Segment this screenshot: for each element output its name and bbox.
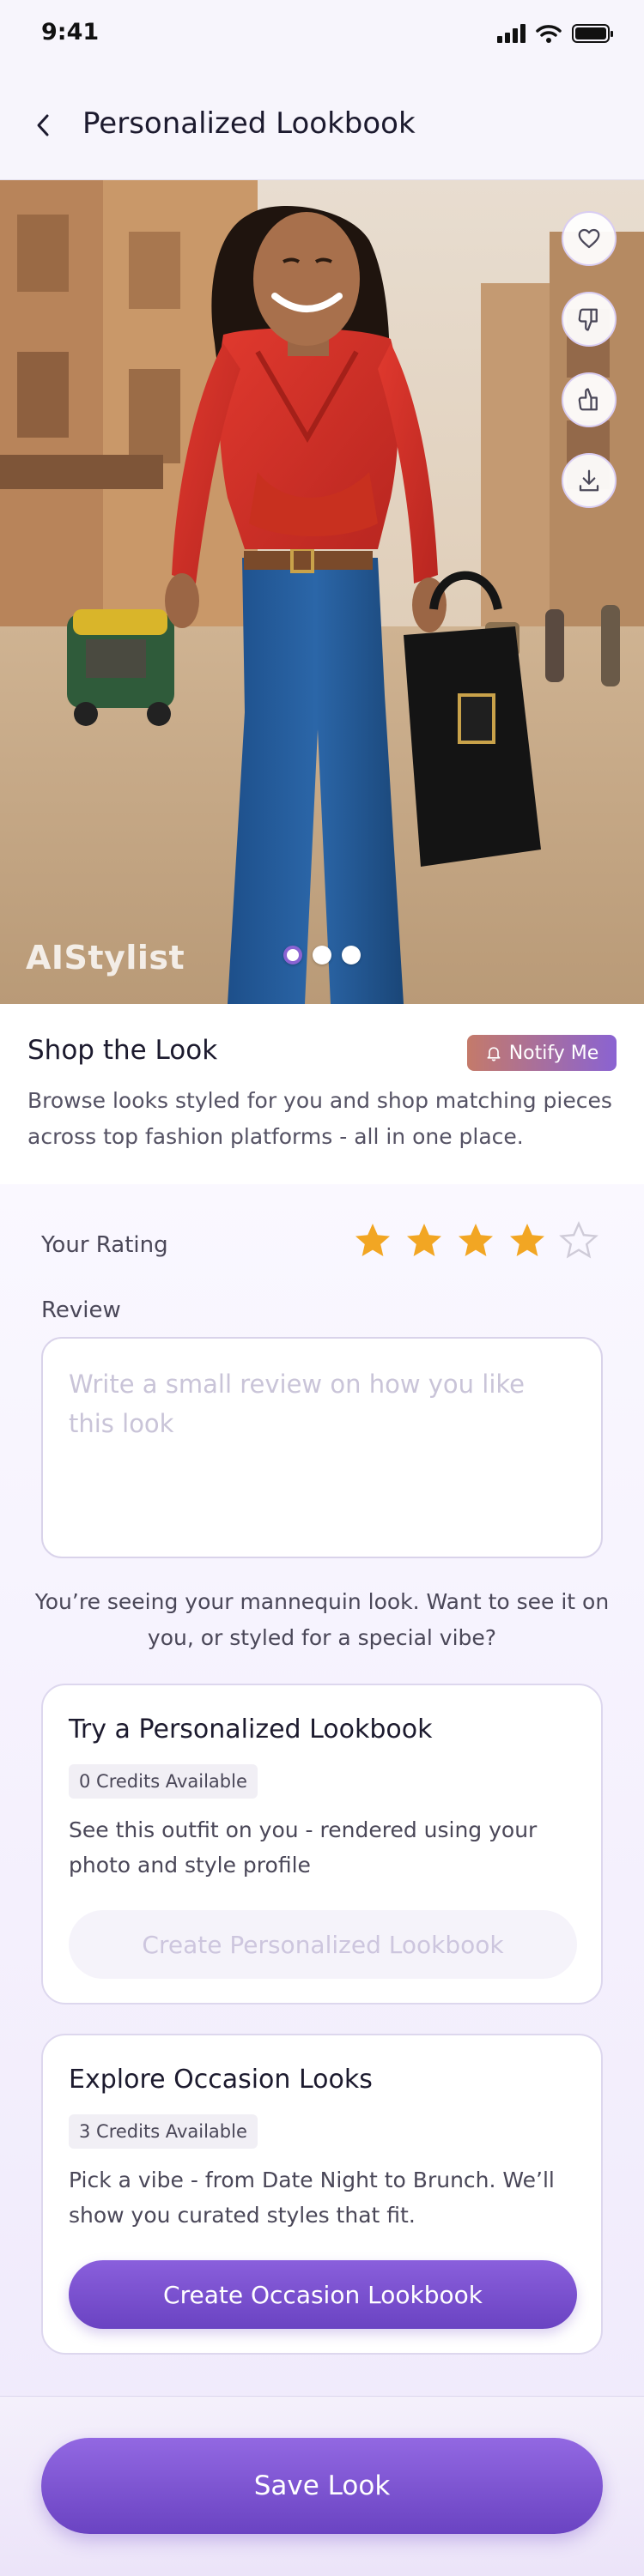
section-title: Shop the Look [27, 1035, 218, 1066]
star-rating[interactable] [352, 1220, 599, 1261]
like-button[interactable] [562, 372, 617, 427]
card-title: Try a Personalized Lookbook [69, 1714, 433, 1745]
heart-icon [578, 228, 600, 249]
star-icon-filled[interactable] [455, 1220, 496, 1261]
bottom-action-bar: Save Look [0, 2396, 644, 2576]
cellular-signal-icon [497, 24, 526, 43]
occasion-looks-card: Explore Occasion Looks 3 Credits Availab… [41, 2034, 603, 2355]
watermark-logo: AIStylist [26, 939, 185, 977]
credits-badge: 3 Credits Available [69, 2114, 258, 2149]
lookbook-image [0, 180, 644, 1004]
personalized-lookbook-card: Try a Personalized Lookbook 0 Credits Av… [41, 1684, 603, 2005]
save-look-button[interactable]: Save Look [41, 2438, 603, 2534]
card-description: Pick a vibe - from Date Night to Brunch.… [69, 2168, 555, 2228]
star-icon-empty[interactable] [558, 1220, 599, 1261]
status-time: 9:41 [41, 19, 100, 45]
status-bar: 9:41 [0, 0, 644, 72]
dislike-button[interactable] [562, 292, 617, 347]
bell-icon [487, 1047, 501, 1061]
wifi-icon [536, 25, 562, 43]
shop-the-look-section: Shop the Look Notify Me Browse looks sty… [0, 1004, 644, 1184]
rating-label: Your Rating [41, 1232, 168, 1258]
create-occasion-lookbook-button[interactable]: Create Occasion Lookbook [69, 2260, 577, 2329]
star-icon-filled[interactable] [352, 1220, 393, 1261]
download-button[interactable] [562, 453, 617, 508]
download-icon [579, 469, 599, 492]
mannequin-prompt-text: You’re seeing your mannequin look. Want … [34, 1589, 610, 1650]
credits-badge: 0 Credits Available [69, 1764, 258, 1799]
create-personalized-lookbook-button[interactable]: Create Personalized Lookbook [69, 1910, 577, 1979]
star-icon-filled[interactable] [404, 1220, 445, 1261]
chevron-left-icon [37, 114, 49, 136]
section-description: Browse looks styled for you and shop mat… [27, 1088, 612, 1149]
favorite-button[interactable] [562, 211, 617, 266]
card-description: See this outfit on you - rendered using … [69, 1817, 538, 1878]
thumbs-up-icon [578, 388, 598, 411]
page-title: Personalized Lookbook [82, 106, 416, 141]
review-input[interactable] [41, 1337, 603, 1558]
notify-me-label: Notify Me [508, 1042, 599, 1064]
battery-icon [572, 24, 613, 43]
carousel-dot[interactable] [313, 946, 331, 964]
lookbook-carousel[interactable]: AIStylist [0, 180, 644, 1004]
thumbs-down-icon [578, 308, 598, 331]
app-header: Personalized Lookbook [0, 72, 644, 180]
back-button[interactable] [26, 108, 60, 142]
star-icon-filled[interactable] [507, 1220, 548, 1261]
card-title: Explore Occasion Looks [69, 2065, 373, 2095]
carousel-dot-active[interactable] [283, 946, 302, 964]
status-icons [497, 24, 613, 43]
image-action-bar [562, 211, 617, 508]
carousel-dot[interactable] [342, 946, 361, 964]
notify-me-button[interactable]: Notify Me [467, 1035, 617, 1071]
carousel-dots [283, 946, 361, 964]
review-label: Review [41, 1297, 121, 1323]
